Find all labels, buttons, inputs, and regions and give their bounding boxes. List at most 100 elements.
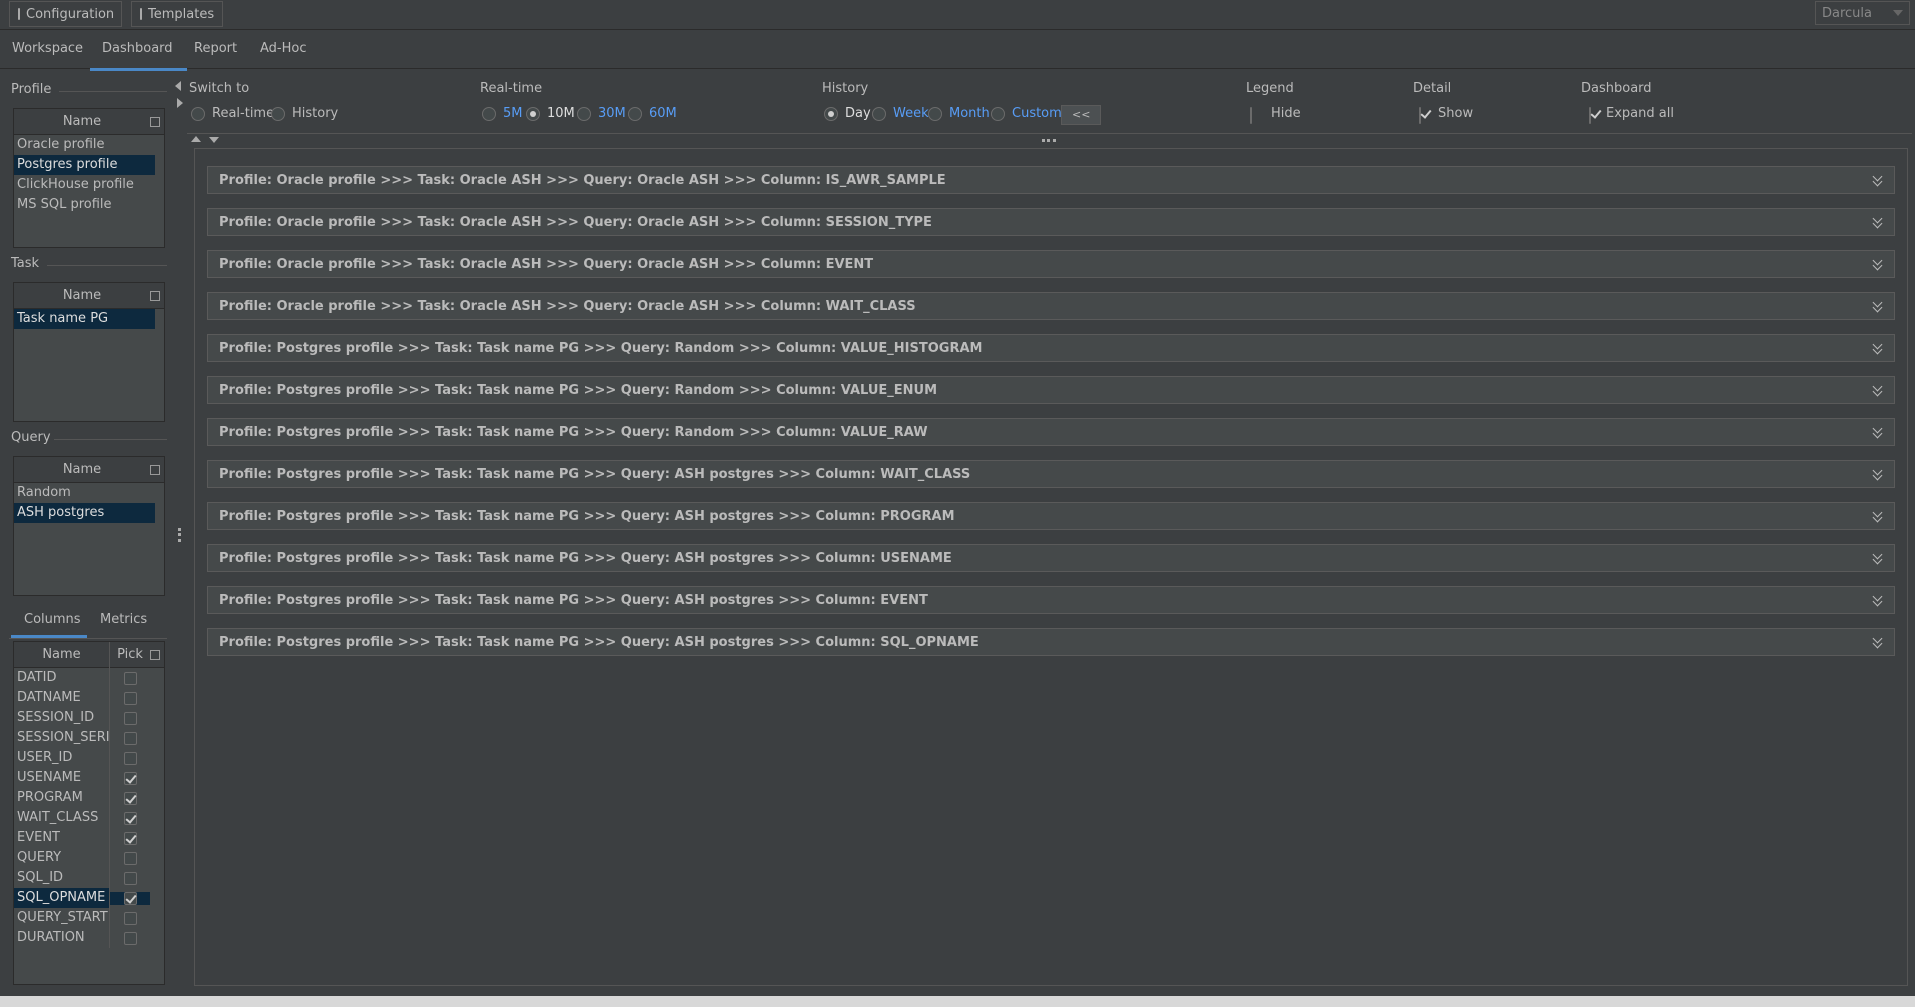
- profile-item-oracle[interactable]: Oracle profile: [14, 135, 155, 155]
- table-row[interactable]: SESSION_ID: [14, 708, 164, 728]
- radio-month[interactable]: [928, 107, 942, 121]
- dashboard-panel-header[interactable]: Profile: Postgres profile >>> Task: Task…: [207, 334, 1895, 362]
- radio-custom[interactable]: [991, 107, 1005, 121]
- splitter-handle[interactable]: [178, 528, 181, 542]
- profile-item-postgres[interactable]: Postgres profile: [14, 155, 155, 175]
- table-row[interactable]: PROGRAM: [14, 788, 164, 808]
- pick-checkbox[interactable]: [123, 711, 137, 725]
- legend-hide-label[interactable]: Hide: [1271, 106, 1301, 121]
- column-settings-icon[interactable]: [150, 649, 160, 660]
- dashboard-panel-header[interactable]: Profile: Postgres profile >>> Task: Task…: [207, 460, 1895, 488]
- chevron-down-icon[interactable]: [1872, 257, 1884, 271]
- table-row[interactable]: DATID: [14, 668, 164, 688]
- task-item-pg[interactable]: Task name PG: [14, 309, 155, 329]
- radio-10m[interactable]: [526, 107, 540, 121]
- dashboard-panel-header[interactable]: Profile: Oracle profile >>> Task: Oracle…: [207, 292, 1895, 320]
- pick-checkbox[interactable]: [123, 691, 137, 705]
- columns-header-name[interactable]: Name: [14, 641, 110, 668]
- radio-realtime[interactable]: [191, 107, 205, 121]
- expand-all-checkbox[interactable]: [1589, 107, 1591, 124]
- dashboard-panel-header[interactable]: Profile: Postgres profile >>> Task: Task…: [207, 544, 1895, 572]
- dashboard-panel-header[interactable]: Profile: Postgres profile >>> Task: Task…: [207, 376, 1895, 404]
- configuration-button[interactable]: Configuration: [9, 1, 122, 27]
- profile-item-mssql[interactable]: MS SQL profile: [14, 195, 155, 215]
- dashboard-panel-header[interactable]: Profile: Postgres profile >>> Task: Task…: [207, 502, 1895, 530]
- pick-checkbox[interactable]: [123, 891, 137, 905]
- chevron-down-icon[interactable]: [1872, 425, 1884, 439]
- table-row[interactable]: SQL_OPNAME: [14, 888, 164, 908]
- realtime-10m-label[interactable]: 10M: [547, 106, 575, 121]
- history-custom-label[interactable]: Custom: [1012, 106, 1062, 121]
- dashboard-panel-header[interactable]: Profile: Postgres profile >>> Task: Task…: [207, 586, 1895, 614]
- switch-history-label[interactable]: History: [292, 106, 338, 121]
- table-row[interactable]: DURATION: [14, 928, 164, 948]
- pick-checkbox[interactable]: [123, 671, 137, 685]
- realtime-5m-label[interactable]: 5M: [503, 106, 523, 121]
- task-header-name[interactable]: Name: [14, 288, 150, 303]
- table-row[interactable]: WAIT_CLASS: [14, 808, 164, 828]
- tab-dashboard[interactable]: Dashboard: [90, 41, 186, 71]
- templates-button[interactable]: Templates: [131, 1, 223, 27]
- radio-60m[interactable]: [628, 107, 642, 121]
- pick-checkbox[interactable]: [123, 731, 137, 745]
- column-settings-icon[interactable]: [150, 464, 160, 475]
- expand-down-icon[interactable]: [209, 137, 219, 143]
- chevron-down-icon[interactable]: [1872, 551, 1884, 565]
- columns-header-pick[interactable]: Pick: [110, 647, 150, 662]
- detail-show-label[interactable]: Show: [1438, 106, 1473, 121]
- chevron-down-icon[interactable]: [1872, 467, 1884, 481]
- radio-day[interactable]: [824, 107, 838, 121]
- dashboard-panel-header[interactable]: Profile: Oracle profile >>> Task: Oracle…: [207, 166, 1895, 194]
- table-row[interactable]: DATNAME: [14, 688, 164, 708]
- splitter-handle[interactable]: [1042, 139, 1056, 142]
- pick-checkbox[interactable]: [123, 831, 137, 845]
- theme-select[interactable]: Darcula: [1815, 1, 1910, 25]
- dashboard-panel-header[interactable]: Profile: Postgres profile >>> Task: Task…: [207, 628, 1895, 656]
- chevron-down-icon[interactable]: [1872, 509, 1884, 523]
- table-row[interactable]: USER_ID: [14, 748, 164, 768]
- table-row[interactable]: SESSION_SERI...: [14, 728, 164, 748]
- radio-history[interactable]: [271, 107, 285, 121]
- column-settings-icon[interactable]: [150, 290, 160, 301]
- tab-workspace[interactable]: Workspace: [12, 41, 83, 56]
- realtime-60m-label[interactable]: 60M: [649, 106, 677, 121]
- pick-checkbox[interactable]: [123, 851, 137, 865]
- dashboard-panel-header[interactable]: Profile: Postgres profile >>> Task: Task…: [207, 418, 1895, 446]
- history-month-label[interactable]: Month: [949, 106, 990, 121]
- tab-report[interactable]: Report: [194, 41, 237, 56]
- pick-checkbox[interactable]: [123, 751, 137, 765]
- table-row[interactable]: QUERY_START: [14, 908, 164, 928]
- chevron-down-icon[interactable]: [1872, 299, 1884, 313]
- column-settings-icon[interactable]: [150, 116, 160, 127]
- table-row[interactable]: USENAME: [14, 768, 164, 788]
- table-row[interactable]: QUERY: [14, 848, 164, 868]
- radio-week[interactable]: [872, 107, 886, 121]
- tab-columns[interactable]: Columns: [24, 612, 81, 627]
- collapse-left-icon[interactable]: [175, 81, 181, 91]
- expand-all-label[interactable]: Expand all: [1606, 106, 1674, 121]
- history-week-label[interactable]: Week: [893, 106, 929, 121]
- history-day-label[interactable]: Day: [845, 106, 871, 121]
- history-back-button[interactable]: <<: [1061, 105, 1102, 125]
- query-header-name[interactable]: Name: [14, 462, 150, 477]
- chevron-down-icon[interactable]: [1872, 593, 1884, 607]
- chevron-down-icon[interactable]: [1872, 383, 1884, 397]
- profile-header-name[interactable]: Name: [14, 114, 150, 129]
- radio-30m[interactable]: [577, 107, 591, 121]
- pick-checkbox[interactable]: [123, 931, 137, 945]
- pick-checkbox[interactable]: [123, 791, 137, 805]
- chevron-down-icon[interactable]: [1872, 215, 1884, 229]
- dashboard-panel-header[interactable]: Profile: Oracle profile >>> Task: Oracle…: [207, 208, 1895, 236]
- detail-show-checkbox[interactable]: [1419, 107, 1421, 124]
- profile-item-clickhouse[interactable]: ClickHouse profile: [14, 175, 155, 195]
- tab-metrics[interactable]: Metrics: [100, 612, 147, 627]
- query-item-random[interactable]: Random: [14, 483, 155, 503]
- pick-checkbox[interactable]: [123, 771, 137, 785]
- switch-realtime-label[interactable]: Real-time: [212, 106, 274, 121]
- chevron-down-icon[interactable]: [1872, 341, 1884, 355]
- table-row[interactable]: SQL_ID: [14, 868, 164, 888]
- chevron-down-icon[interactable]: [1872, 635, 1884, 649]
- pick-checkbox[interactable]: [123, 911, 137, 925]
- tab-ad-hoc[interactable]: Ad-Hoc: [260, 41, 306, 56]
- realtime-30m-label[interactable]: 30M: [598, 106, 626, 121]
